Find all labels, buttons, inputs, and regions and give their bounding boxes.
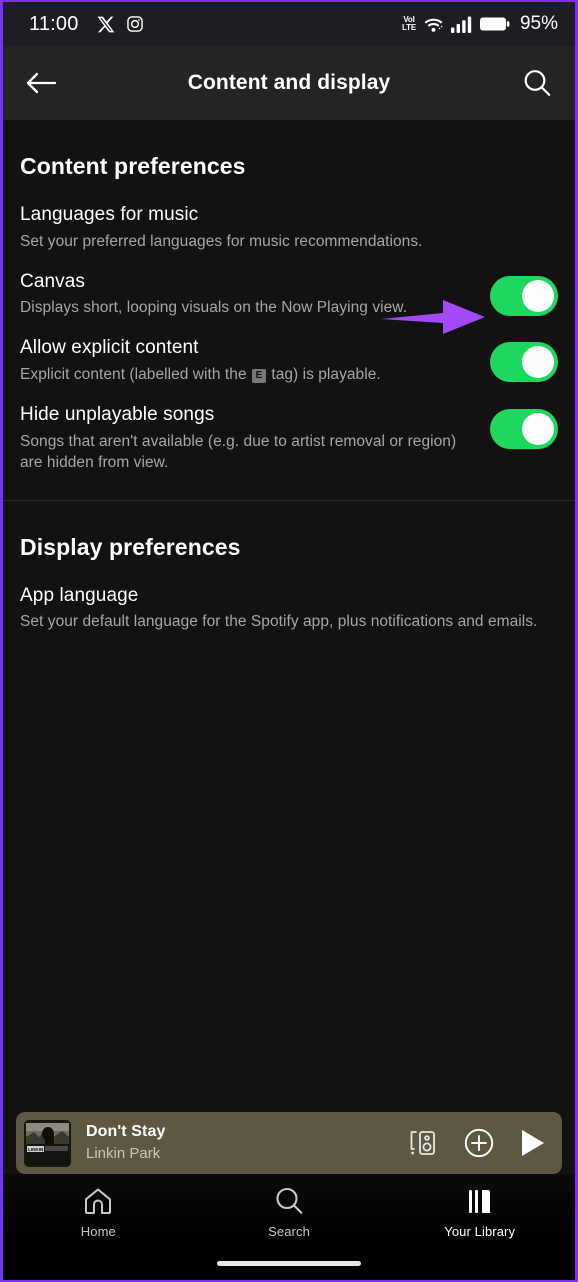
nav-item-your-library[interactable]: Your Library	[384, 1185, 575, 1239]
home-icon	[82, 1185, 114, 1217]
setting-row-hide-unplayable-songs[interactable]: Hide unplayable songs Songs that aren't …	[20, 386, 558, 474]
album-art: LINKIN PARK	[24, 1119, 71, 1167]
x-twitter-icon	[96, 15, 115, 34]
row-description: Songs that aren't available (e.g. due to…	[20, 432, 457, 471]
search-icon	[273, 1185, 305, 1217]
row-description: Displays short, looping visuals on the N…	[20, 299, 408, 317]
setting-row-languages-for-music[interactable]: Languages for music Set your preferred l…	[20, 186, 558, 253]
track-artist: Linkin Park	[86, 1145, 161, 1163]
row-text: Languages for music Set your preferred l…	[20, 203, 558, 253]
bottom-navigation: Home Search Your Library	[3, 1174, 575, 1280]
nav-label: Home	[80, 1224, 116, 1239]
row-title: Hide unplayable songs	[20, 404, 215, 426]
nav-label: Your Library	[444, 1224, 516, 1239]
status-time: 11:00	[29, 12, 79, 35]
row-description: Set your default language for the Spotif…	[20, 613, 538, 631]
status-right-icons: VoI LTE 95%	[402, 13, 558, 35]
now-playing-actions	[408, 1128, 549, 1158]
now-playing-bar[interactable]: LINKIN PARK Don't Stay Linkin Park	[16, 1112, 562, 1179]
nav-item-search[interactable]: Search	[194, 1185, 385, 1239]
section-heading: Content preferences	[20, 153, 246, 179]
nav-label: Search	[268, 1224, 310, 1239]
hide-unplayable-songs-toggle[interactable]	[490, 409, 558, 450]
setting-row-app-language[interactable]: App language Set your default language f…	[20, 567, 558, 634]
setting-row-allow-explicit-content[interactable]: Allow explicit content Explicit content …	[20, 319, 558, 386]
row-description: Set your preferred languages for music r…	[20, 232, 423, 250]
battery-percent: 95%	[519, 13, 558, 34]
row-title: App language	[20, 584, 139, 606]
phone-screen: 11:00 VoI LTE 95% Content and display Co…	[0, 0, 578, 1282]
row-title: Canvas	[20, 270, 86, 292]
wifi-icon	[423, 16, 444, 33]
now-playing-meta: Don't Stay Linkin Park	[86, 1122, 165, 1164]
instagram-icon	[126, 15, 144, 33]
search-icon[interactable]	[521, 67, 553, 99]
desc-part-before: Explicit content (labelled with the	[20, 366, 251, 384]
add-to-playlist-icon[interactable]	[464, 1128, 494, 1158]
row-text: Canvas Displays short, looping visuals o…	[20, 270, 490, 320]
section-content-preferences: Content preferences Languages for music …	[3, 120, 575, 474]
nav-item-home[interactable]: Home	[3, 1185, 194, 1239]
library-icon	[464, 1185, 496, 1217]
row-text: Allow explicit content Explicit content …	[20, 336, 490, 386]
volte-icon: VoI LTE	[402, 15, 416, 32]
status-bar: 11:00 VoI LTE 95%	[3, 2, 575, 46]
setting-row-canvas[interactable]: Canvas Displays short, looping visuals o…	[20, 253, 558, 320]
toggle-knob	[522, 346, 554, 379]
row-description: Explicit content (labelled with the E ta…	[20, 365, 474, 386]
canvas-toggle[interactable]	[490, 275, 558, 316]
battery-icon	[479, 16, 510, 32]
allow-explicit-content-toggle[interactable]	[490, 342, 558, 383]
now-playing-bar-container: LINKIN PARK Don't Stay Linkin Park	[3, 1112, 575, 1179]
cellular-signal-icon	[450, 16, 473, 33]
gesture-home-indicator[interactable]	[217, 1261, 361, 1266]
toggle-knob	[522, 279, 554, 312]
connect-to-device-icon[interactable]	[408, 1129, 438, 1157]
settings-content: Content preferences Languages for music …	[3, 120, 575, 634]
row-title: Languages for music	[20, 204, 199, 225]
toggle-knob	[522, 413, 554, 446]
desc-part-after: tag) is playable.	[266, 366, 381, 384]
page-title: Content and display	[187, 71, 391, 94]
back-arrow-icon[interactable]	[25, 70, 57, 96]
row-text: App language Set your default language f…	[20, 584, 558, 634]
status-notification-icons	[96, 15, 144, 34]
play-icon[interactable]	[520, 1128, 546, 1158]
row-title: Allow explicit content	[20, 337, 199, 359]
section-heading: Display preferences	[20, 533, 241, 560]
app-header: Content and display	[3, 46, 575, 120]
section-display-preferences: Display preferences App language Set you…	[3, 501, 575, 634]
row-text: Hide unplayable songs Songs that aren't …	[20, 403, 490, 474]
explicit-tag-icon: E	[251, 369, 266, 384]
track-title: Don't Stay	[86, 1123, 166, 1141]
